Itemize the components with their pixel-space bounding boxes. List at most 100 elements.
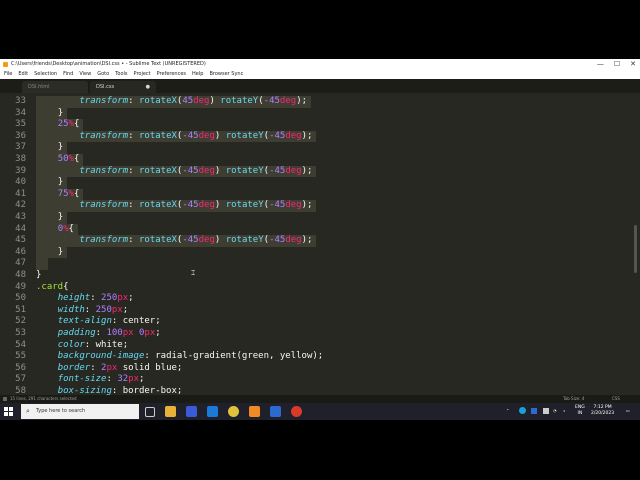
code-token: ) — [214, 200, 226, 211]
code-line[interactable]: } — [36, 177, 63, 189]
code-token: deg — [285, 235, 302, 246]
menu-file[interactable]: File — [1, 70, 15, 79]
code-line[interactable]: padding: 100px 0px; — [36, 328, 161, 340]
file-explorer-icon[interactable] — [165, 406, 176, 417]
code-token: } — [36, 270, 42, 280]
language-indicator[interactable]: ENG IN — [575, 405, 585, 417]
code-token: } — [57, 246, 64, 257]
code-line[interactable]: height: 250px; — [36, 293, 134, 305]
code-token: text-align — [57, 316, 112, 327]
notification-icon[interactable]: ▭ — [626, 408, 630, 420]
sublime-text-icon[interactable] — [249, 406, 260, 417]
search-icon: ⌕ — [26, 407, 30, 415]
code-line[interactable]: transform: rotateX(45deg) rotateY(-45deg… — [36, 96, 307, 108]
tab-dsi-css[interactable]: DSI.css ● — [90, 81, 156, 93]
title-bar: C:\Users\friends\Desktop\animation\DSI.c… — [0, 59, 640, 70]
vertical-scrollbar[interactable] — [632, 93, 640, 395]
line-number: 52 — [15, 316, 26, 327]
line-number: 38 — [15, 154, 26, 164]
code-line[interactable]: transform: rotateX(-45deg) rotateY(-45de… — [36, 166, 312, 178]
menu-find[interactable]: Find — [60, 70, 76, 79]
menu-help[interactable]: Help — [189, 70, 206, 79]
code-line[interactable]: } — [36, 108, 63, 120]
code-editor[interactable]: 33 34 35 36 37 38 39 40 41 42 43 44 45 46 47 48 49 50 51 52… — [0, 93, 632, 396]
code-line[interactable]: color: white; — [36, 340, 128, 352]
code-token: ) — [209, 96, 221, 106]
menu-project[interactable]: Project — [131, 70, 154, 79]
panel-toggle-icon[interactable] — [3, 397, 7, 401]
code-token: deg — [198, 130, 215, 141]
code-line[interactable]: 25%{ — [36, 119, 80, 131]
line-number: 46 — [15, 246, 26, 257]
code-line[interactable]: } — [36, 212, 63, 224]
line-number: 49 — [15, 281, 26, 292]
code-token: -45 — [182, 130, 199, 141]
tab-size-indicator[interactable]: Tab Size: 4 — [563, 395, 584, 403]
code-token: 25 — [57, 119, 69, 130]
code-line[interactable]: } — [36, 142, 63, 154]
minimize-button[interactable]: — — [597, 59, 604, 70]
browser-icon[interactable] — [291, 406, 302, 417]
unsaved-dot-icon[interactable]: ● — [146, 81, 150, 93]
code-line[interactable]: font-size: 32px; — [36, 374, 145, 386]
code-token: rotateX — [138, 130, 177, 141]
menu-view[interactable]: View — [76, 70, 94, 79]
task-view-icon[interactable] — [145, 407, 155, 417]
code-line[interactable]: text-align: center; — [36, 316, 161, 328]
taskbar-search-box[interactable]: ⌕ Type here to search — [21, 404, 139, 419]
code-line[interactable]: 50%{ — [36, 154, 80, 166]
code-line[interactable]: .card{ — [36, 282, 69, 294]
code-token: rotateY — [225, 130, 264, 141]
scrollbar-thumb[interactable] — [634, 225, 637, 273]
close-button[interactable]: ✕ — [630, 59, 636, 70]
tray-chevron-icon[interactable]: ⌃ — [506, 408, 509, 420]
code-line[interactable]: transform: rotateX(-45deg) rotateY(-45de… — [36, 200, 312, 212]
code-token: -45 — [269, 235, 286, 246]
code-token: deg — [193, 96, 210, 106]
code-line[interactable]: transform: rotateX(-45deg) rotateY(-45de… — [36, 131, 312, 143]
menu-bar: File Edit Selection Find View Goto Tools… — [0, 70, 640, 79]
network-icon[interactable]: ◔ — [553, 408, 557, 420]
word-icon[interactable] — [270, 406, 281, 417]
menu-selection[interactable]: Selection — [31, 70, 60, 79]
line-number: 34 — [15, 107, 26, 118]
visual-studio-icon[interactable] — [186, 406, 197, 417]
code-token: } — [57, 177, 64, 188]
window-title: C:\Users\friends\Desktop\animation\DSI.c… — [11, 61, 206, 67]
menu-tools[interactable]: Tools — [112, 70, 130, 79]
code-token: rotateY — [220, 96, 259, 106]
tray-app-icon[interactable] — [519, 407, 526, 414]
windows-start-icon[interactable] — [4, 407, 13, 416]
tray-battery-icon[interactable] — [543, 408, 549, 414]
code-line[interactable]: } — [36, 270, 41, 282]
taskbar-clock[interactable]: 7:12 PM 2/20/2023 — [591, 405, 614, 417]
menu-goto[interactable]: Goto — [94, 70, 112, 79]
syntax-indicator[interactable]: CSS — [612, 395, 620, 403]
menu-edit[interactable]: Edit — [15, 70, 31, 79]
code-line[interactable]: 0%{ — [36, 224, 74, 236]
tab-dsi-html[interactable]: DSI.html — [22, 81, 88, 93]
code-token: : — [128, 200, 139, 211]
code-line[interactable]: transform: rotateX(-45deg) rotateY(-45de… — [36, 235, 312, 247]
code-line[interactable]: background-image: radial-gradient(green,… — [36, 351, 324, 363]
mail-icon[interactable] — [207, 406, 218, 417]
menu-browser-sync[interactable]: Browser Sync — [206, 70, 246, 79]
code-line[interactable]: 75%{ — [36, 188, 80, 201]
code-line[interactable]: width: 250px; — [36, 305, 128, 317]
menu-preferences[interactable]: Preferences — [154, 70, 189, 79]
code-line[interactable]: border: 2px solid blue; — [36, 363, 183, 375]
code-token: transform — [79, 165, 129, 176]
tray-outlook-icon[interactable] — [531, 408, 537, 414]
code-token: { — [73, 188, 80, 199]
chrome-icon[interactable] — [228, 406, 239, 417]
maximize-button[interactable]: ☐ — [614, 59, 620, 70]
volume-icon[interactable]: ◃ — [563, 408, 565, 420]
code-token: deg — [198, 165, 215, 176]
code-line[interactable]: } — [36, 247, 63, 259]
code-token: 45 — [182, 96, 194, 106]
